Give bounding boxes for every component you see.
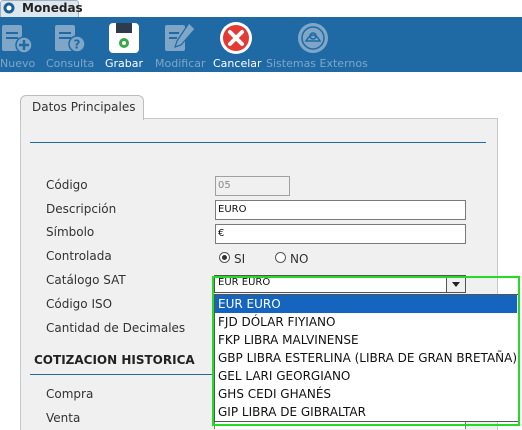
modify-button-label: Modificar — [155, 57, 206, 70]
save-button-label: Grabar — [104, 57, 144, 70]
window-title: Monedas — [22, 1, 83, 15]
save-floppy-icon — [109, 23, 139, 53]
descripcion-field[interactable]: EURO — [215, 200, 466, 220]
new-document-icon — [2, 25, 33, 54]
query-button[interactable]: ? Consulta — [46, 17, 94, 72]
modify-button[interactable]: Modificar — [155, 17, 206, 72]
controlada-no-label: NO — [290, 252, 309, 266]
controlada-label: Controlada — [46, 249, 112, 263]
cantidad-decimales-label: Cantidad de Decimales — [46, 321, 186, 335]
simbolo-label: Símbolo — [46, 225, 95, 239]
codigo-iso-label: Código ISO — [46, 297, 113, 311]
section-divider — [30, 374, 240, 375]
tab-label: Datos Principales — [32, 100, 136, 114]
cancel-button[interactable]: Cancelar — [213, 17, 262, 72]
currency-coin-icon — [3, 2, 15, 14]
venta-label: Venta — [46, 411, 81, 425]
cancel-x-icon — [220, 22, 252, 54]
edit-pencil-icon — [165, 22, 196, 51]
cancel-button-label: Cancelar — [213, 57, 262, 70]
new-button-label: Nuevo — [0, 57, 36, 70]
new-button[interactable]: Nuevo — [0, 17, 36, 72]
external-systems-icon — [298, 23, 328, 53]
controlada-no-radio[interactable] — [275, 252, 286, 263]
save-button[interactable]: Grabar — [104, 17, 144, 72]
descripcion-label: Descripción — [46, 202, 117, 216]
divider — [30, 142, 486, 143]
compra-label: Compra — [46, 387, 94, 401]
codigo-label: Código — [46, 178, 88, 192]
query-document-icon: ? — [55, 25, 86, 53]
query-button-label: Consulta — [46, 57, 95, 70]
highlight-box — [212, 276, 520, 426]
controlada-si-label: SI — [234, 252, 246, 266]
simbolo-field[interactable]: € — [215, 224, 466, 244]
catalogo-sat-label: Catálogo SAT — [46, 273, 126, 287]
section-heading: COTIZACION HISTORICA — [34, 353, 195, 367]
codigo-field: 05 — [215, 176, 290, 196]
external-systems-button[interactable]: Sistemas Externos — [266, 17, 368, 72]
svg-text:?: ? — [74, 38, 81, 52]
external-systems-button-label: Sistemas Externos — [266, 57, 368, 70]
toolbar: Nuevo ? Consulta Grabar Modificar Cancel… — [0, 17, 522, 72]
controlada-si-radio[interactable] — [219, 252, 230, 263]
